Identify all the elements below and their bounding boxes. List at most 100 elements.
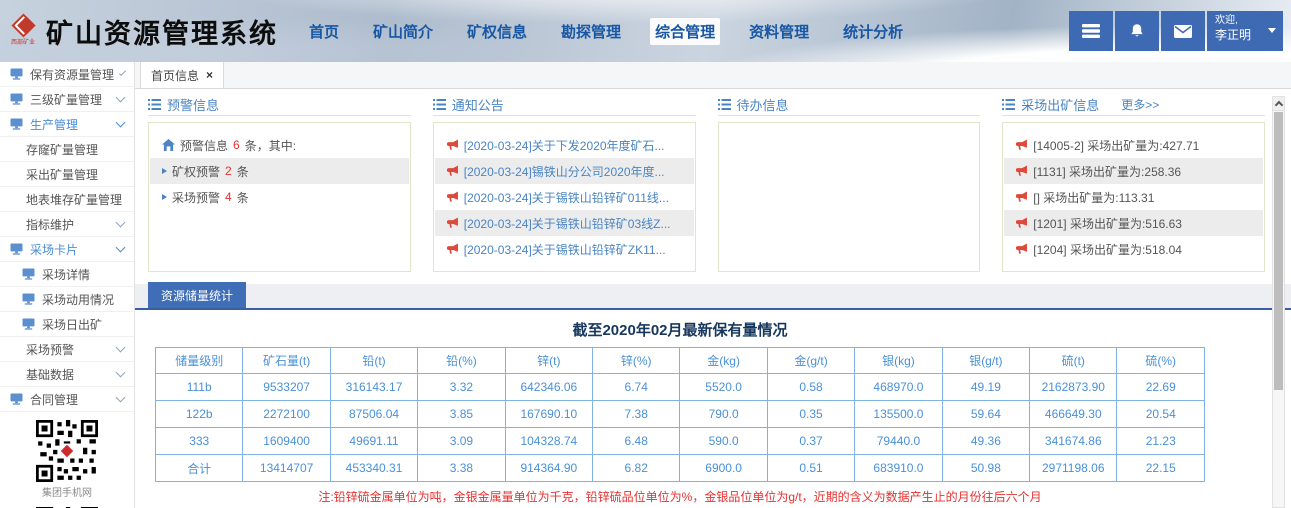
sidebar-item[interactable]: 采场预警	[0, 337, 134, 362]
sidebar-item[interactable]: 保有资源量管理	[0, 62, 134, 87]
sidebar-item[interactable]: 三级矿量管理	[0, 87, 134, 112]
reserve-table: 储量级别矿石量(t)铅(t)铅(%)锌(t)锌(%)金(kg)金(g/t)银(k…	[155, 347, 1205, 482]
table-cell: 49.36	[942, 428, 1029, 455]
list-button[interactable]	[1069, 11, 1113, 51]
megaphone-icon	[1016, 139, 1028, 151]
report-tab-strip: 资源储量统计	[135, 284, 1291, 310]
sidebar-item[interactable]: 合同管理	[0, 387, 134, 412]
panel-notices: 通知公告 [2020-03-24]关于下发2020年度矿石... [2020-0…	[433, 96, 696, 272]
megaphone-icon	[447, 191, 459, 203]
bell-icon	[1129, 23, 1145, 39]
sidebar-item[interactable]: 存窿矿量管理	[0, 137, 134, 162]
table-cell: 21.23	[1117, 428, 1205, 455]
sidebar: 保有资源量管理 三级矿量管理	[0, 62, 135, 508]
notice-text: [2020-03-24]关于锡铁山铅锌矿03线Z...	[464, 215, 671, 232]
scrollbar-thumb[interactable]	[1274, 112, 1283, 390]
table-cell: 3.32	[418, 374, 505, 401]
sidebar-item[interactable]: 基础数据	[0, 362, 134, 387]
tab-home-info[interactable]: 首页信息 ×	[140, 62, 224, 88]
vertical-scrollbar[interactable]	[1272, 96, 1285, 508]
triangle-right-icon	[162, 194, 167, 200]
sidebar-qr-area: 集团手机网	[0, 412, 134, 508]
notice-item[interactable]: [2020-03-24]关于下发2020年度矿石...	[435, 132, 694, 158]
table-cell: 914364.90	[505, 455, 592, 482]
mining-item[interactable]: [1204] 采场出矿量为:518.04	[1004, 236, 1263, 262]
logo: 西部矿业 矿山资源管理系统	[8, 12, 278, 51]
scroll-up-arrow[interactable]	[1273, 97, 1284, 111]
table-cell: 5520.0	[680, 374, 767, 401]
alert-item[interactable]: 矿权预警2 条	[150, 158, 409, 184]
sidebar-item-label: 保有资源量管理	[30, 66, 114, 83]
notice-item[interactable]: [2020-03-24]关于锡铁山铅锌矿ZK11...	[435, 236, 694, 262]
table-cell: 590.0	[680, 428, 767, 455]
nav-item[interactable]: 综合管理	[650, 18, 720, 45]
mining-item[interactable]: [1201] 采场出矿量为:516.63	[1004, 210, 1263, 236]
mining-item[interactable]: [] 采场出矿量为:113.31	[1004, 184, 1263, 210]
table-row: 333 1609400 49691.11 3.09 104328.74 6.48…	[156, 428, 1205, 455]
report-section: 截至2020年02月最新保有量情况 储量级别矿石量(t)铅(t)铅(%)锌(t)…	[155, 319, 1205, 505]
mining-item[interactable]: [14005-2] 采场出矿量为:427.71	[1004, 132, 1263, 158]
sidebar-item-label: 存窿矿量管理	[26, 141, 98, 158]
sidebar-item[interactable]: 采场卡片	[0, 237, 134, 262]
alert-list: 矿权预警2 条 采场预警4 条	[149, 158, 410, 210]
nav-item[interactable]: 首页	[304, 18, 344, 45]
table-header-cell: 锌(t)	[505, 348, 592, 374]
list-icon	[1082, 24, 1100, 38]
notifications-button[interactable]	[1115, 11, 1159, 51]
notice-item[interactable]: [2020-03-24]关于锡铁山铅锌矿011线...	[435, 184, 694, 210]
sidebar-item-label: 指标维护	[26, 216, 74, 233]
chevron-down-icon	[116, 393, 126, 403]
table-cell: 6.82	[593, 455, 680, 482]
table-cell: 104328.74	[505, 428, 592, 455]
notice-list: [2020-03-24]关于下发2020年度矿石... [2020-03-24]…	[433, 122, 696, 272]
table-cell: 6900.0	[680, 455, 767, 482]
user-menu[interactable]: 欢迎, 李正明	[1207, 11, 1283, 51]
nav-item[interactable]: 统计分析	[838, 18, 908, 45]
mining-text: [1131] 采场出矿量为:258.36	[1033, 163, 1181, 180]
sidebar-item-label: 采场预警	[26, 341, 74, 358]
notice-text: [2020-03-24]锡铁山分公司2020年度...	[464, 163, 665, 180]
user-name: 李正明	[1215, 27, 1275, 43]
mail-button[interactable]	[1161, 11, 1205, 51]
welcome-label: 欢迎,	[1215, 15, 1275, 27]
sidebar-item[interactable]: 采场动用情况	[0, 287, 134, 312]
list-bullet-icon	[148, 99, 161, 110]
nav-item[interactable]: 资料管理	[744, 18, 814, 45]
sidebar-item[interactable]: 采出矿量管理	[0, 162, 134, 187]
alert-item-suffix: 条	[237, 163, 249, 180]
home-icon	[162, 139, 175, 151]
mining-item[interactable]: [1131] 采场出矿量为:258.36	[1004, 158, 1263, 184]
panel-todo: 待办信息	[718, 96, 981, 272]
notice-item[interactable]: [2020-03-24]锡铁山分公司2020年度...	[435, 158, 694, 184]
nav-item[interactable]: 勘探管理	[556, 18, 626, 45]
sidebar-item[interactable]: 生产管理	[0, 112, 134, 137]
sidebar-item-label: 基础数据	[26, 366, 74, 383]
sidebar-item[interactable]: 地表堆存矿量管理	[0, 187, 134, 212]
table-cell: 0.51	[767, 455, 854, 482]
notice-item[interactable]: [2020-03-24]关于锡铁山铅锌矿03线Z...	[435, 210, 694, 236]
table-cell: 2971198.06	[1030, 455, 1117, 482]
tab-resource-reserve-stats[interactable]: 资源储量统计	[148, 282, 246, 308]
close-icon[interactable]: ×	[206, 68, 213, 82]
panel-title: 预警信息	[167, 95, 219, 114]
nav-item[interactable]: 矿山简介	[368, 18, 438, 45]
sidebar-item-label: 三级矿量管理	[30, 91, 102, 108]
table-cell: 122b	[156, 401, 243, 428]
sidebar-item[interactable]: 采场详情	[0, 262, 134, 287]
megaphone-icon	[1016, 191, 1028, 203]
table-cell: 0.58	[767, 374, 854, 401]
sidebar-item-label: 采出矿量管理	[26, 166, 98, 183]
sidebar-item[interactable]: 指标维护	[0, 212, 134, 237]
monitor-icon	[10, 393, 23, 405]
list-bullet-icon	[718, 99, 731, 110]
sidebar-item[interactable]: 采场日出矿	[0, 312, 134, 337]
more-link[interactable]: 更多>>	[1121, 96, 1159, 113]
table-cell: 49.19	[942, 374, 1029, 401]
notice-text: [2020-03-24]关于锡铁山铅锌矿ZK11...	[464, 241, 666, 258]
alert-count: 6	[233, 138, 240, 152]
table-cell: 642346.06	[505, 374, 592, 401]
alert-item[interactable]: 采场预警4 条	[150, 184, 409, 210]
sidebar-item-label: 采场卡片	[30, 241, 78, 258]
nav-item[interactable]: 矿权信息	[462, 18, 532, 45]
table-cell: 13414707	[243, 455, 330, 482]
